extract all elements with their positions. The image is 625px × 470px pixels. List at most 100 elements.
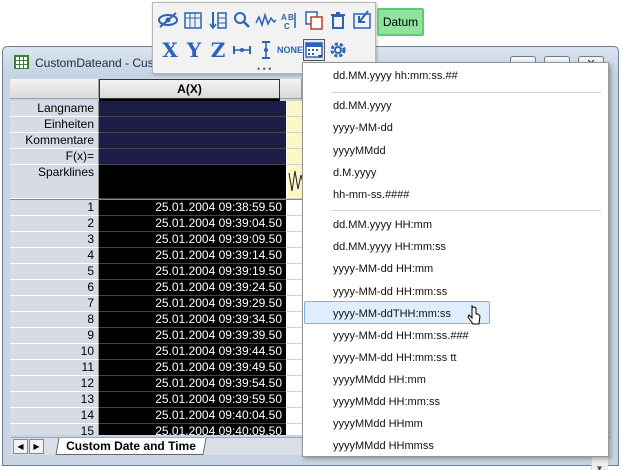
cell-a-sparklines[interactable] xyxy=(99,165,286,199)
cell-a-datetime[interactable]: 25.01.2004 09:39:09.50 xyxy=(99,232,286,248)
menu-item[interactable]: yyyy-MM-dd xyxy=(333,118,393,138)
set-z-button[interactable]: Z xyxy=(207,39,229,61)
toolbar-grip[interactable]: • • • xyxy=(257,65,275,74)
tab-prev-arrow-icon[interactable]: ◀ xyxy=(13,439,28,454)
menu-item[interactable]: yyyy-MM-dd HH:mm xyxy=(333,259,433,279)
menu-item[interactable]: dd.MM.yyyy HH:mm:ss xyxy=(333,237,446,257)
cell-a-datetime[interactable]: 25.01.2004 09:38:59.50 xyxy=(99,200,286,216)
row-number[interactable]: 9 xyxy=(10,328,99,344)
tab-next-arrow-icon[interactable]: ▶ xyxy=(29,439,44,454)
cell-b-langname[interactable] xyxy=(287,101,302,117)
menu-item[interactable]: dd.MM.yyyy xyxy=(333,96,392,116)
row-number[interactable]: 3 xyxy=(10,232,99,248)
cell-b[interactable] xyxy=(287,344,302,360)
cell-b[interactable] xyxy=(287,264,302,280)
cell-a-datetime[interactable]: 25.01.2004 09:40:09.50 xyxy=(99,424,286,435)
wave-icon[interactable] xyxy=(255,9,277,31)
cell-b[interactable] xyxy=(287,376,302,392)
menu-item[interactable]: yyyyMMdd HHmm xyxy=(333,414,423,434)
cell-a-datetime[interactable]: 25.01.2004 09:39:29.50 xyxy=(99,296,286,312)
delete-icon[interactable] xyxy=(327,9,349,31)
scroll-down-arrow-icon[interactable]: ▼ xyxy=(592,461,607,470)
menu-item[interactable]: yyyyMMdd HHmmss xyxy=(333,436,434,456)
corner-header[interactable] xyxy=(10,79,99,99)
cell-a-fx[interactable] xyxy=(99,149,286,165)
menu-item[interactable]: yyyyMMdd HH:mm xyxy=(333,370,426,390)
cell-b[interactable] xyxy=(287,248,302,264)
menu-item-highlighted[interactable]: yyyy-MM-ddTHH:mm:ss xyxy=(333,304,451,324)
cell-b[interactable] xyxy=(287,280,302,296)
cell-b[interactable] xyxy=(287,216,302,232)
menu-item[interactable]: yyyy-MM-dd HH:mm:ss xyxy=(333,282,447,302)
datum-button[interactable]: Datum xyxy=(377,8,424,36)
row-label-sparklines[interactable]: Sparklines xyxy=(10,165,99,199)
row-number[interactable]: 15 xyxy=(10,424,99,435)
menu-item[interactable]: yyyy-MM-dd HH:mm:ss.### xyxy=(333,326,469,346)
menu-item[interactable]: dd.MM.yyyy hh:mm:ss.## xyxy=(333,66,458,86)
cell-b[interactable] xyxy=(287,392,302,408)
cell-a-datetime[interactable]: 25.01.2004 09:39:49.50 xyxy=(99,360,286,376)
row-number[interactable]: 7 xyxy=(10,296,99,312)
cell-a-datetime[interactable]: 25.01.2004 09:39:19.50 xyxy=(99,264,286,280)
cell-a-kommentare[interactable] xyxy=(99,133,286,149)
row-number[interactable]: 11 xyxy=(10,360,99,376)
row-number[interactable]: 1 xyxy=(10,200,99,216)
cell-a-datetime[interactable]: 25.01.2004 09:39:39.50 xyxy=(99,328,286,344)
sheet-tab-custom-date[interactable]: Custom Date and Time xyxy=(55,438,207,455)
cell-a-datetime[interactable]: 25.01.2004 09:39:54.50 xyxy=(99,376,286,392)
sparkline-cell-b[interactable] xyxy=(287,165,302,199)
menu-item[interactable]: d.M.yyyy xyxy=(333,163,376,183)
y-error-icon[interactable] xyxy=(255,39,277,61)
column-width-icon[interactable] xyxy=(182,9,204,31)
cell-b-fx[interactable] xyxy=(287,149,302,165)
cell-b-kommentare[interactable] xyxy=(287,133,302,149)
row-number[interactable]: 14 xyxy=(10,408,99,424)
column-header-a[interactable]: A(X) xyxy=(99,79,280,99)
gear-icon[interactable] xyxy=(327,39,349,61)
column-header-b[interactable] xyxy=(280,79,302,99)
row-number[interactable]: 2 xyxy=(10,216,99,232)
cell-b[interactable] xyxy=(287,328,302,344)
menu-item[interactable]: dd.MM.yyyy HH:mm xyxy=(333,215,432,235)
x-error-icon[interactable] xyxy=(231,39,253,61)
eye-icon[interactable] xyxy=(157,9,179,31)
cell-a-datetime[interactable]: 25.01.2004 09:39:04.50 xyxy=(99,216,286,232)
row-label-langname[interactable]: Langname xyxy=(10,101,99,117)
cell-b-einheiten[interactable] xyxy=(287,117,302,133)
cell-b[interactable] xyxy=(287,408,302,424)
cell-a-datetime[interactable]: 25.01.2004 09:39:14.50 xyxy=(99,248,286,264)
menu-item[interactable]: hh-mm-ss.#### xyxy=(333,185,409,205)
cell-b[interactable] xyxy=(287,232,302,248)
cell-b[interactable] xyxy=(287,360,302,376)
cell-a-datetime[interactable]: 25.01.2004 09:40:04.50 xyxy=(99,408,286,424)
search-icon[interactable] xyxy=(231,9,253,31)
cell-a-einheiten[interactable] xyxy=(99,117,286,133)
row-number[interactable]: 13 xyxy=(10,392,99,408)
row-number[interactable]: 12 xyxy=(10,376,99,392)
row-label-kommentare[interactable]: Kommentare xyxy=(10,133,99,149)
cell-a-datetime[interactable]: 25.01.2004 09:39:59.50 xyxy=(99,392,286,408)
calendar-icon[interactable] xyxy=(303,39,325,61)
cell-b[interactable] xyxy=(287,296,302,312)
row-number[interactable]: 5 xyxy=(10,264,99,280)
sort-icon[interactable] xyxy=(207,9,229,31)
row-label-einheiten[interactable]: Einheiten xyxy=(10,117,99,133)
row-number[interactable]: 6 xyxy=(10,280,99,296)
set-y-button[interactable]: Y xyxy=(183,39,205,61)
menu-item[interactable]: yyyyMMdd xyxy=(333,141,386,161)
menu-item[interactable]: yyyy-MM-dd HH:mm:ss tt xyxy=(333,348,456,368)
row-number[interactable]: 10 xyxy=(10,344,99,360)
row-number[interactable]: 8 xyxy=(10,312,99,328)
none-button[interactable]: NONE xyxy=(277,39,303,61)
menu-item[interactable]: yyyyMMdd HH:mm:ss xyxy=(333,392,440,412)
row-number[interactable]: 4 xyxy=(10,248,99,264)
row-label-fx[interactable]: F(x)= xyxy=(10,149,99,165)
cell-b[interactable] xyxy=(287,424,302,435)
copy-icon[interactable] xyxy=(303,9,325,31)
cell-a-datetime[interactable]: 25.01.2004 09:39:44.50 xyxy=(99,344,286,360)
abc-icon[interactable]: ABC xyxy=(279,9,301,31)
cell-a-langname[interactable] xyxy=(99,101,286,117)
cell-a-datetime[interactable]: 25.01.2004 09:39:24.50 xyxy=(99,280,286,296)
cell-b[interactable] xyxy=(287,312,302,328)
import-icon[interactable] xyxy=(351,9,373,31)
